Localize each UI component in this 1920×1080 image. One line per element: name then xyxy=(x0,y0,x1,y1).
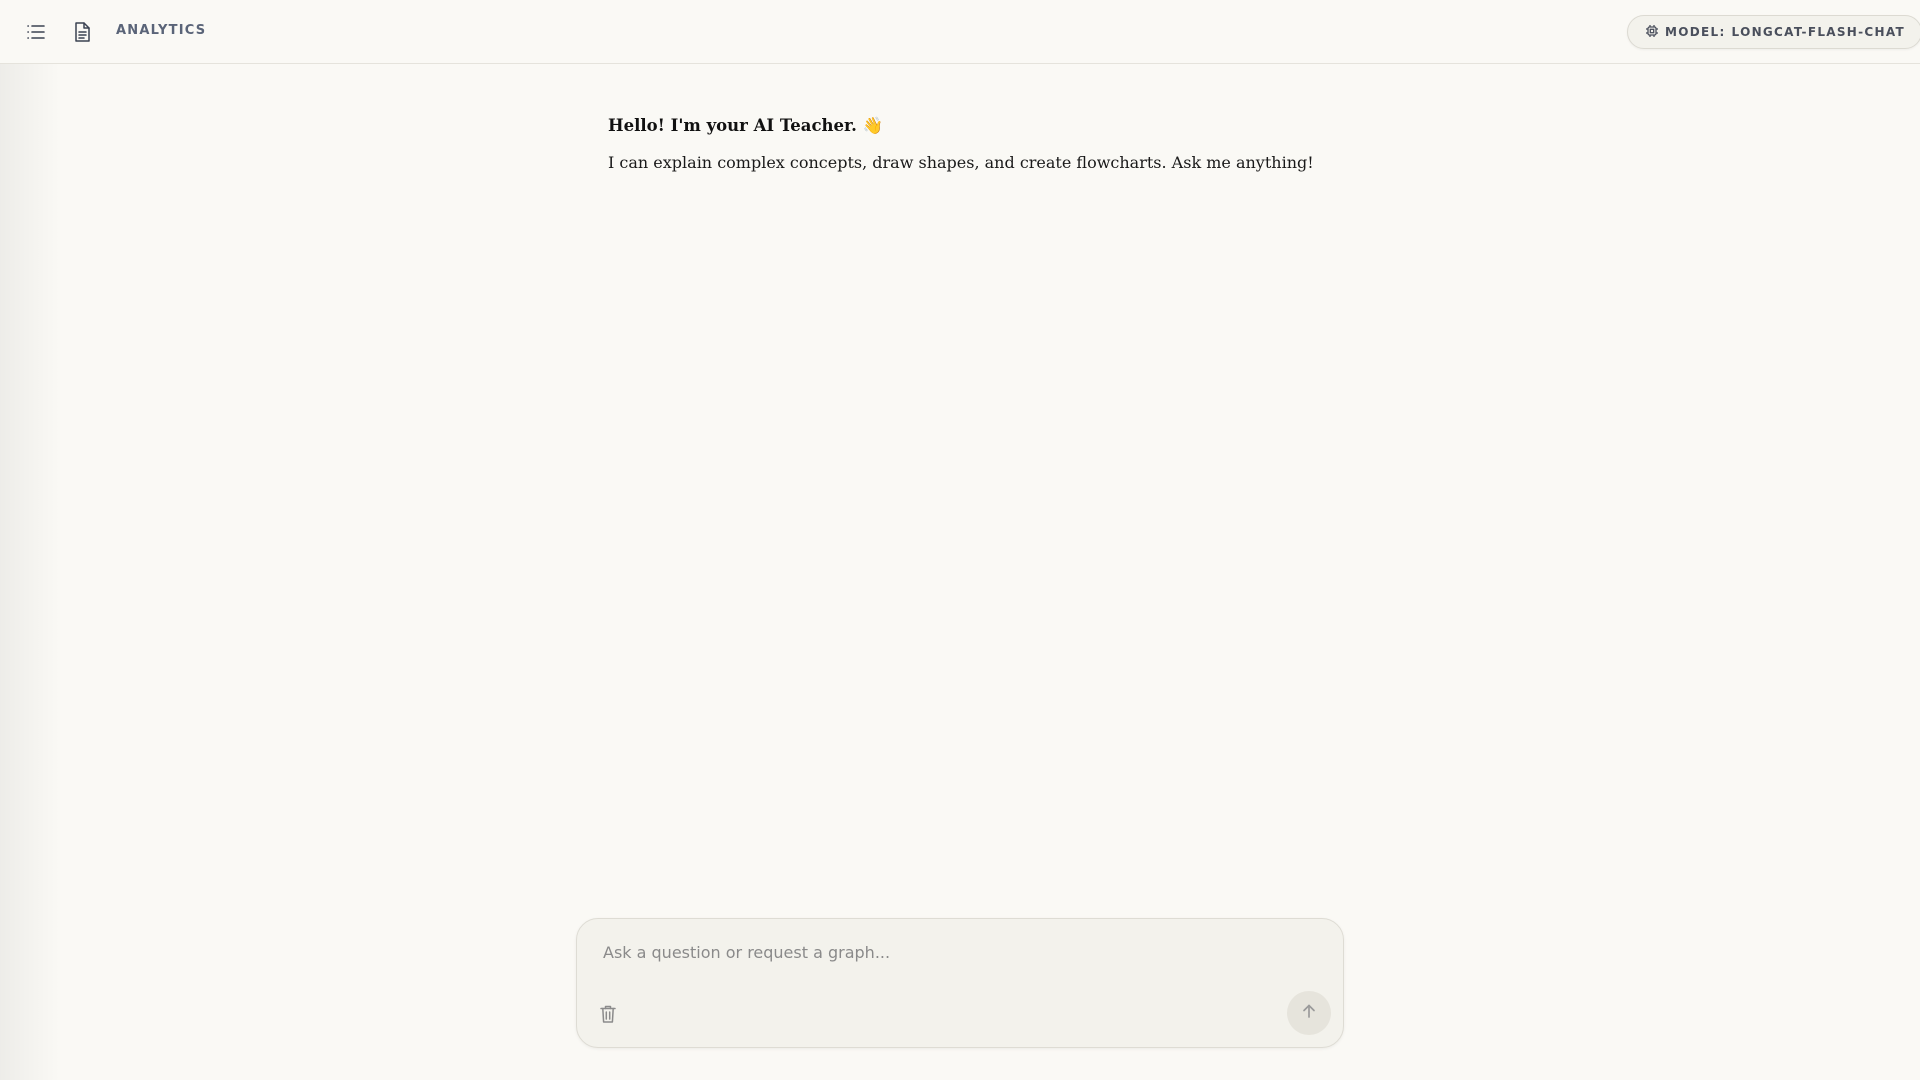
top-bar: ANALYTICS MODEL: LONGCAT-FLASH-CHAT xyxy=(0,0,1920,64)
intro-text: I can explain complex concepts, draw sha… xyxy=(608,153,1314,172)
chat-input[interactable] xyxy=(601,941,1305,985)
chip-icon xyxy=(1645,23,1659,42)
page-title: ANALYTICS xyxy=(116,23,207,38)
arrow-up-icon xyxy=(1301,1003,1317,1023)
document-icon[interactable] xyxy=(68,18,96,46)
assistant-message: Hello! I'm your AI Teacher. 👋 I can expl… xyxy=(608,114,1328,175)
model-selector[interactable]: MODEL: LONGCAT-FLASH-CHAT xyxy=(1627,15,1920,49)
sidebar-edge-shadow xyxy=(0,64,60,1080)
trash-icon[interactable] xyxy=(599,1004,617,1024)
model-name: LONGCAT-FLASH-CHAT xyxy=(1731,25,1906,39)
greeting-heading: Hello! I'm your AI Teacher. 👋 xyxy=(608,116,884,135)
chat-composer xyxy=(576,918,1344,1048)
model-label: MODEL: xyxy=(1665,25,1726,39)
menu-list-icon[interactable] xyxy=(22,18,50,46)
send-button[interactable] xyxy=(1287,991,1331,1035)
